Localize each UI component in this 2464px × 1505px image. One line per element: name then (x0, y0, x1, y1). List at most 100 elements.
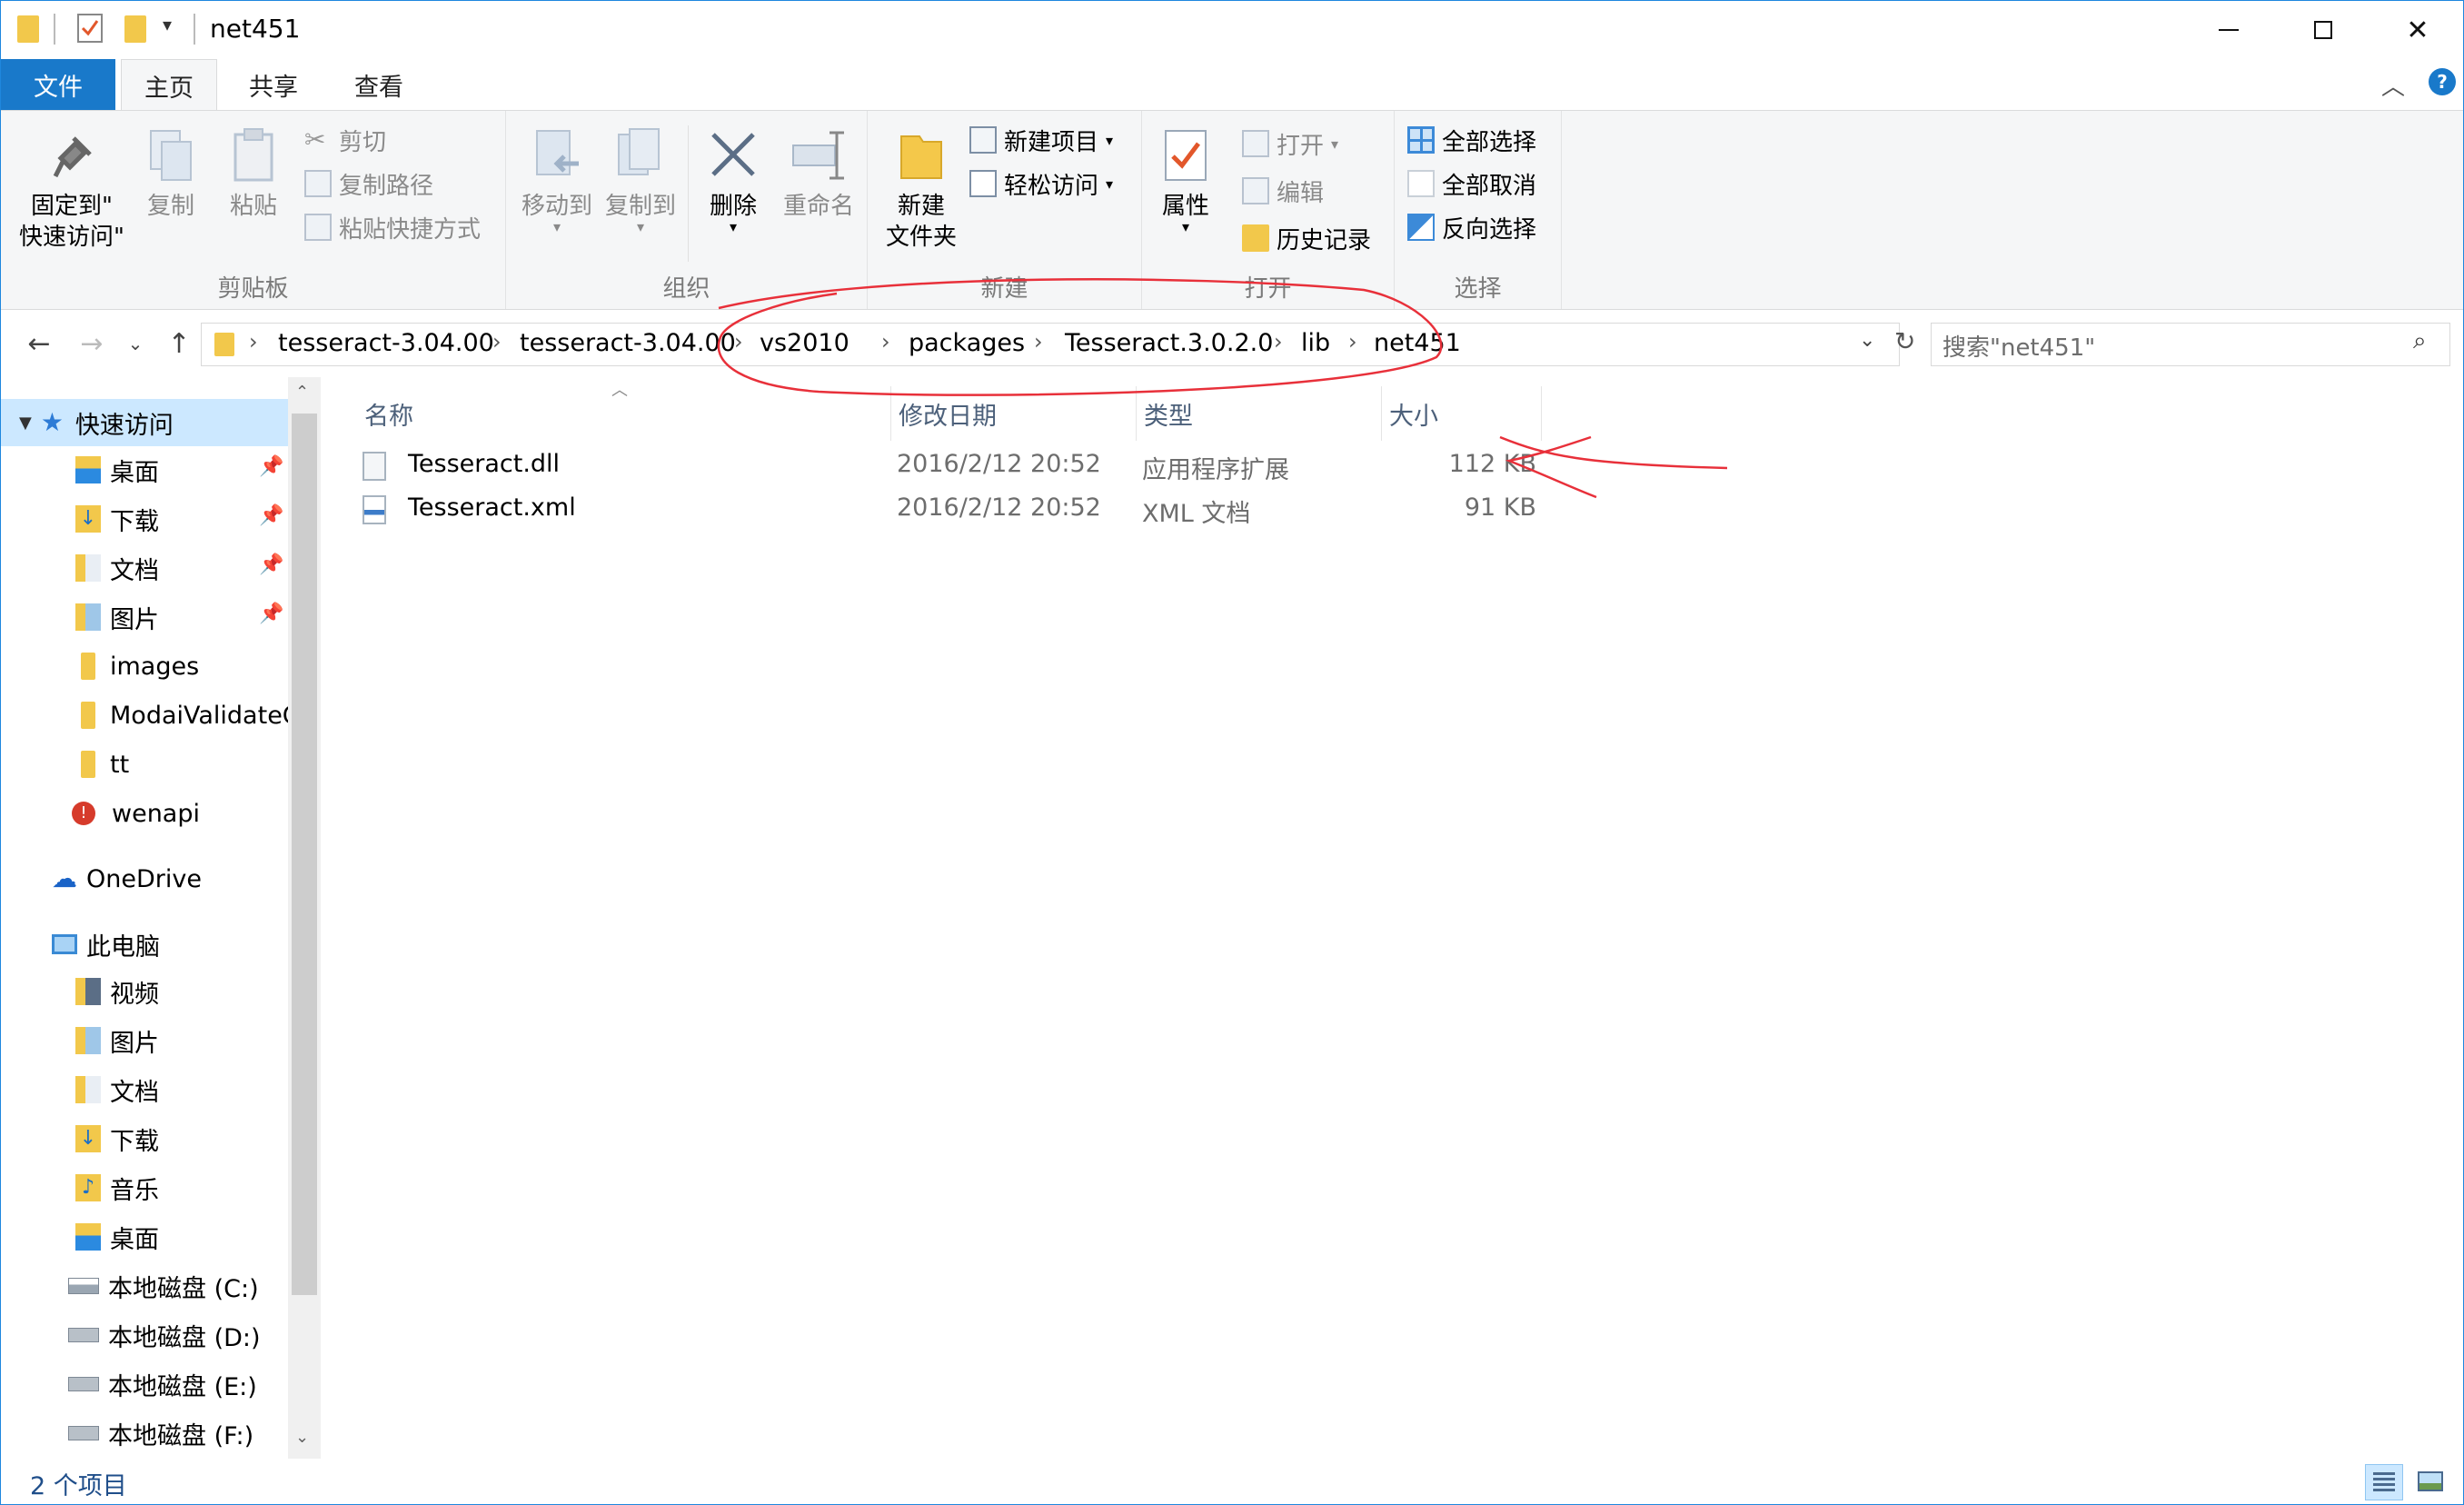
select-group: 全部选择 全部取消 反向选择 选择 (1395, 111, 1562, 309)
file-date: 2016/2/12 20:52 (897, 493, 1101, 522)
details-view-button[interactable] (2365, 1464, 2403, 1500)
nav-item-desktop[interactable]: 桌面 (75, 1213, 159, 1261)
nav-item-music[interactable]: ♪ 音乐 (75, 1164, 159, 1211)
copy-path-button[interactable]: 复制路径 (304, 164, 433, 204)
nav-quick-access[interactable]: ▼ ★ 快速访问 (19, 399, 174, 446)
breadcrumb-item[interactable]: packages (909, 329, 1025, 357)
easy-access-label: 轻松访问 (1004, 172, 1099, 200)
nav-item-pictures[interactable]: 图片 (75, 1017, 159, 1064)
breadcrumb-item[interactable]: tesseract-3.04.00 (520, 329, 736, 357)
refresh-icon[interactable]: ↻ (1894, 326, 1915, 356)
breadcrumb-item[interactable]: Tesseract.3.0.2.0 (1065, 329, 1273, 357)
large-icons-view-button[interactable] (2412, 1464, 2450, 1500)
help-icon[interactable]: ? (2429, 68, 2456, 95)
pin-to-quick-access-button[interactable]: 固定到" 快速访问" (14, 125, 130, 253)
edit-button[interactable]: 编辑 (1242, 171, 1324, 211)
delete-button[interactable]: 删除 ▾ (697, 125, 770, 234)
breadcrumb-item[interactable]: tesseract-3.04.00 (278, 329, 494, 357)
windows-drive-icon (68, 1278, 99, 1294)
nav-item-pictures[interactable]: 图片 (75, 593, 159, 641)
properties-quick-icon[interactable] (77, 14, 103, 43)
select-none-icon (1407, 170, 1435, 197)
nav-item-wenapi[interactable]: ! wenapi (68, 790, 200, 837)
nav-item-drive-f[interactable]: 本地磁盘 (F:) (68, 1410, 253, 1457)
nav-onedrive[interactable]: ☁ OneDrive (52, 855, 202, 902)
pin-icon[interactable]: 📌 (259, 603, 283, 625)
collapse-ribbon-icon[interactable]: ︿ (2381, 68, 2405, 102)
table-row[interactable]: Tesseract.dll 2016/2/12 20:52 应用程序扩展 112… (357, 443, 1856, 486)
scroll-up-icon[interactable]: ⌃ (295, 383, 309, 402)
easy-access-button[interactable]: 轻松访问 ▾ (969, 164, 1113, 204)
nav-item-desktop[interactable]: 桌面 (75, 446, 159, 493)
scroll-down-icon[interactable]: ⌄ (295, 1428, 309, 1447)
search-icon[interactable]: ⌕ (2413, 327, 2427, 355)
search-input[interactable]: 搜索"net451" (1942, 329, 2095, 363)
rename-button[interactable]: 重命名 (777, 125, 860, 222)
pin-icon[interactable]: 📌 (259, 504, 283, 527)
column-header-date[interactable]: 修改日期 (891, 386, 1137, 441)
invert-selection-button[interactable]: 反向选择 (1407, 207, 1536, 247)
select-all-icon (1407, 126, 1435, 154)
nav-item-videos[interactable]: 视频 (75, 968, 159, 1015)
minimize-button[interactable] (2181, 1, 2276, 59)
nav-item-drive-c[interactable]: 本地磁盘 (C:) (68, 1262, 259, 1310)
nav-this-pc-label: 此电脑 (86, 932, 160, 962)
address-bar[interactable]: › tesseract-3.04.00 › tesseract-3.04.00 … (201, 323, 1900, 366)
nav-item-downloads[interactable]: ↓ 下载 (75, 1115, 159, 1162)
file-type: XML 文档 (1142, 500, 1251, 528)
column-header-name[interactable]: 名称 (357, 386, 891, 441)
copy-to-button[interactable]: 复制到 ▾ (601, 125, 681, 234)
cut-button[interactable]: ✂ 剪切 (304, 120, 386, 160)
dropdown-arrow-icon: ▾ (1331, 135, 1339, 153)
nav-this-pc[interactable]: 此电脑 (52, 921, 160, 968)
nav-item-images[interactable]: images (75, 643, 199, 690)
search-box[interactable]: 搜索"net451" ⌕ (1931, 323, 2450, 366)
back-button[interactable]: ← (21, 323, 57, 364)
move-to-button[interactable]: 移动到 ▾ (517, 125, 597, 234)
dropdown-arrow-icon: ▾ (1106, 174, 1114, 193)
breadcrumb-item-current[interactable]: net451 (1374, 329, 1461, 357)
customize-quick-access-icon[interactable]: ▾ (163, 14, 172, 35)
nav-item-documents[interactable]: 文档 (75, 544, 159, 592)
nav-item-label: 本地磁盘 (E:) (108, 1372, 257, 1401)
nav-item-modaivalidate[interactable]: ModaiValidateC (75, 692, 288, 739)
open-button[interactable]: 打开 ▾ (1242, 124, 1338, 164)
pin-icon[interactable]: 📌 (259, 455, 283, 478)
nav-scrollbar[interactable]: ⌃ ⌄ (288, 377, 321, 1459)
recent-locations-button[interactable]: ⌄ (117, 323, 154, 364)
breadcrumb-item[interactable]: lib (1301, 329, 1330, 357)
paste-shortcut-button[interactable]: 粘贴快捷方式 (304, 207, 481, 247)
nav-item-drive-d[interactable]: 本地磁盘 (D:) (68, 1311, 261, 1359)
history-button[interactable]: 历史记录 (1242, 218, 1371, 258)
column-header-type[interactable]: 类型 (1137, 386, 1382, 441)
nav-item-tt[interactable]: tt (75, 741, 129, 788)
address-dropdown-icon[interactable]: ⌄ (1859, 329, 1875, 352)
forward-button[interactable]: → (74, 323, 110, 364)
new-folder-button[interactable]: 新建 文件夹 (882, 125, 960, 253)
maximize-button[interactable] (2276, 1, 2370, 59)
nav-item-downloads[interactable]: ↓ 下载 (75, 495, 159, 543)
pin-icon[interactable]: 📌 (259, 553, 283, 576)
nav-item-drive-e[interactable]: 本地磁盘 (E:) (68, 1360, 257, 1408)
select-none-button[interactable]: 全部取消 (1407, 164, 1536, 204)
table-row[interactable]: Tesseract.xml 2016/2/12 20:52 XML 文档 91 … (357, 486, 1856, 530)
close-button[interactable]: ✕ (2370, 1, 2463, 59)
new-item-label: 新建项目 (1004, 128, 1099, 156)
new-item-button[interactable]: 新建项目 ▾ (969, 120, 1113, 160)
nav-item-label: 下载 (110, 507, 159, 536)
tab-home[interactable]: 主页 (121, 59, 217, 112)
scrollbar-thumb[interactable] (292, 414, 317, 1295)
properties-button[interactable]: 属性 ▾ (1153, 125, 1218, 234)
tab-view[interactable]: 查看 (335, 59, 422, 110)
select-all-button[interactable]: 全部选择 (1407, 120, 1536, 160)
paste-button[interactable]: 粘贴 (217, 125, 290, 222)
nav-item-documents[interactable]: 文档 (75, 1066, 159, 1113)
tab-file[interactable]: 文件 (1, 59, 115, 110)
nav-item-label: tt (110, 750, 130, 779)
breadcrumb-item[interactable]: vs2010 (760, 329, 849, 357)
tab-share[interactable]: 共享 (230, 59, 317, 110)
copy-button[interactable]: 复制 (137, 125, 204, 222)
column-header-size[interactable]: 大小 (1382, 386, 1542, 441)
up-button[interactable]: ↑ (161, 323, 197, 364)
new-folder-quick-icon[interactable] (124, 15, 146, 43)
